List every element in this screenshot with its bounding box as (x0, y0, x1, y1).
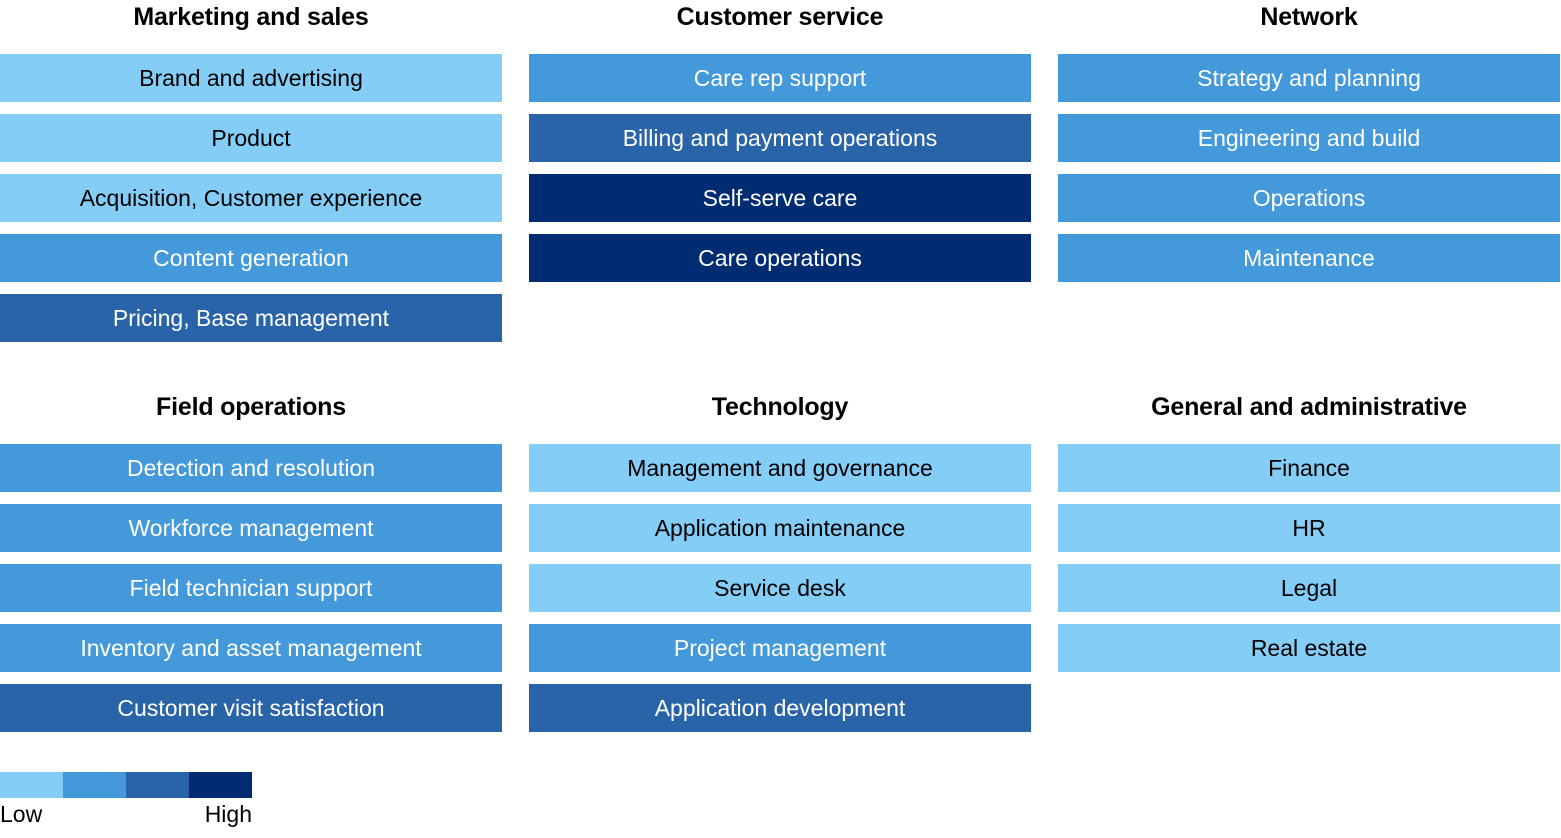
heat-bar[interactable]: Application development (529, 684, 1031, 732)
legend-swatch-low (0, 772, 63, 798)
heat-bar[interactable]: Service desk (529, 564, 1031, 612)
heat-bar[interactable]: Pricing, Base management (0, 294, 502, 342)
heat-bar[interactable]: Self-serve care (529, 174, 1031, 222)
heat-bar[interactable]: Brand and advertising (0, 54, 502, 102)
group-row-bottom: Field operations Detection and resolutio… (0, 390, 1561, 732)
legend-swatch-medium-low (63, 772, 126, 798)
group-bars: Detection and resolution Workforce manag… (0, 444, 502, 732)
heat-bar[interactable]: Project management (529, 624, 1031, 672)
heat-bar[interactable]: Strategy and planning (1058, 54, 1560, 102)
group-field-operations: Field operations Detection and resolutio… (0, 390, 502, 732)
group-network: Network Strategy and planning Engineerin… (1058, 0, 1560, 342)
legend-labels: Low High (0, 799, 252, 829)
heat-bar[interactable]: Field technician support (0, 564, 502, 612)
group-bars: Management and governance Application ma… (529, 444, 1031, 732)
heat-bar[interactable]: Acquisition, Customer experience (0, 174, 502, 222)
group-title: Marketing and sales (133, 3, 369, 31)
heat-bar[interactable]: Legal (1058, 564, 1560, 612)
heat-bar[interactable]: Inventory and asset management (0, 624, 502, 672)
heat-bar[interactable]: Customer visit satisfaction (0, 684, 502, 732)
heat-bar[interactable]: Finance (1058, 444, 1560, 492)
group-title: Technology (711, 393, 849, 421)
legend-swatch-strip (0, 772, 252, 798)
heat-bar[interactable]: Management and governance (529, 444, 1031, 492)
group-bars: Finance HR Legal Real estate (1058, 444, 1560, 672)
heatmap-board: Marketing and sales Brand and advertisin… (0, 0, 1561, 838)
group-title: Customer service (676, 3, 884, 31)
heat-bar[interactable]: Operations (1058, 174, 1560, 222)
legend-label-low: Low (0, 801, 43, 827)
heat-bar[interactable]: Maintenance (1058, 234, 1560, 282)
heat-bar[interactable]: Content generation (0, 234, 502, 282)
legend-swatch-medium-high (126, 772, 189, 798)
group-bars: Strategy and planning Engineering and bu… (1058, 54, 1560, 282)
heat-bar[interactable]: Care rep support (529, 54, 1031, 102)
group-row-top: Marketing and sales Brand and advertisin… (0, 0, 1561, 342)
heat-bar[interactable]: Engineering and build (1058, 114, 1560, 162)
group-title: General and administrative (1151, 393, 1467, 421)
heat-bar[interactable]: Detection and resolution (0, 444, 502, 492)
group-customer-service: Customer service Care rep support Billin… (529, 0, 1031, 342)
heat-bar[interactable]: Real estate (1058, 624, 1560, 672)
group-title: Field operations (156, 393, 346, 421)
legend-swatch-high (189, 772, 252, 798)
heat-bar[interactable]: Care operations (529, 234, 1031, 282)
group-marketing-and-sales: Marketing and sales Brand and advertisin… (0, 0, 502, 342)
group-technology: Technology Management and governance App… (529, 390, 1031, 732)
group-title: Network (1260, 3, 1358, 31)
group-bars: Care rep support Billing and payment ope… (529, 54, 1031, 282)
heat-legend: Low High (0, 772, 300, 829)
heat-bar[interactable]: Workforce management (0, 504, 502, 552)
group-bars: Brand and advertising Product Acquisitio… (0, 54, 502, 342)
heat-bar[interactable]: Product (0, 114, 502, 162)
heat-bar[interactable]: HR (1058, 504, 1560, 552)
heat-bar[interactable]: Application maintenance (529, 504, 1031, 552)
group-general-and-administrative: General and administrative Finance HR Le… (1058, 390, 1560, 732)
legend-label-high: High (204, 801, 252, 827)
heat-bar[interactable]: Billing and payment operations (529, 114, 1031, 162)
